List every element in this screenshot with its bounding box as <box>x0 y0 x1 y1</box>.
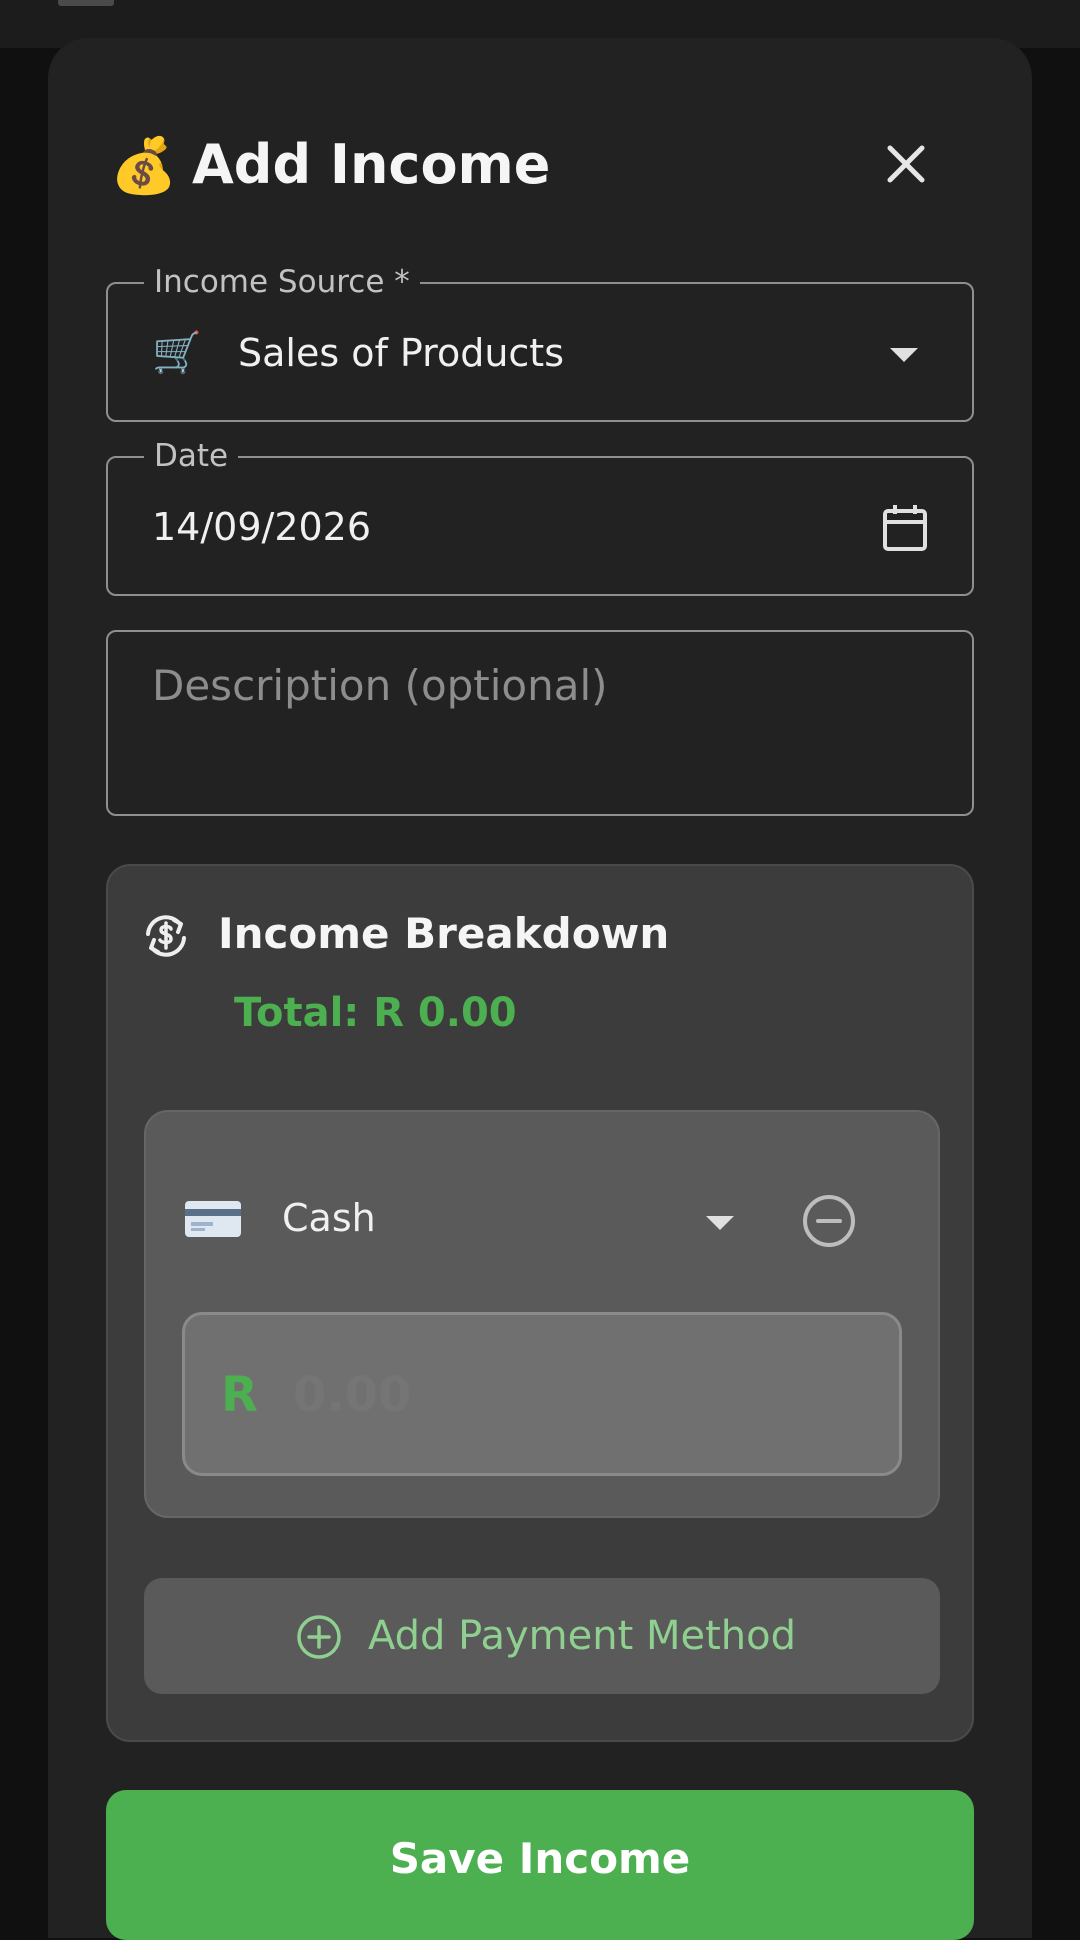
save-income-label: Save Income <box>389 1834 691 1883</box>
income-breakdown-panel: Income Breakdown Total: R 0.00 Cash R Ad… <box>106 864 974 1742</box>
menu-icon[interactable] <box>58 0 114 6</box>
breakdown-total: Total: R 0.00 <box>234 990 517 1036</box>
currency-exchange-icon <box>146 915 186 957</box>
close-button[interactable] <box>876 134 936 194</box>
description-placeholder: Description (optional) <box>152 661 608 710</box>
money-bag-icon: 💰 <box>110 134 178 197</box>
breakdown-title: Income Breakdown <box>218 909 670 958</box>
date-field[interactable]: Date 14/09/2026 <box>106 436 974 596</box>
amount-field[interactable]: R <box>182 1312 902 1476</box>
payment-method-card: Cash R <box>144 1110 940 1518</box>
date-value: 14/09/2026 <box>152 505 372 549</box>
dialog-title: Add Income <box>192 133 551 196</box>
close-icon <box>887 145 925 183</box>
credit-card-icon <box>185 1201 241 1237</box>
cart-icon: 🛒 <box>152 330 202 376</box>
chevron-down-icon <box>890 348 918 362</box>
date-label: Date <box>144 436 239 476</box>
income-source-dropdown[interactable]: Income Source * 🛒 Sales of Products <box>106 262 974 422</box>
add-circle-icon <box>297 1615 341 1659</box>
description-field[interactable]: Description (optional) <box>106 630 974 816</box>
income-source-value: Sales of Products <box>238 331 565 375</box>
save-income-button[interactable]: Save Income <box>106 1790 974 1940</box>
currency-symbol: R <box>221 1367 258 1423</box>
payment-method-select[interactable]: Cash <box>282 1192 376 1244</box>
income-source-label: Income Source * <box>144 262 420 302</box>
calendar-icon[interactable] <box>880 502 930 554</box>
add-payment-method-button[interactable]: Add Payment Method <box>144 1578 940 1694</box>
add-payment-method-label: Add Payment Method <box>368 1613 797 1659</box>
chevron-down-icon[interactable] <box>706 1216 734 1230</box>
amount-input[interactable] <box>293 1363 853 1427</box>
dialog-header: 💰 Add Income <box>110 128 940 208</box>
remove-circle-icon[interactable] <box>800 1192 858 1250</box>
